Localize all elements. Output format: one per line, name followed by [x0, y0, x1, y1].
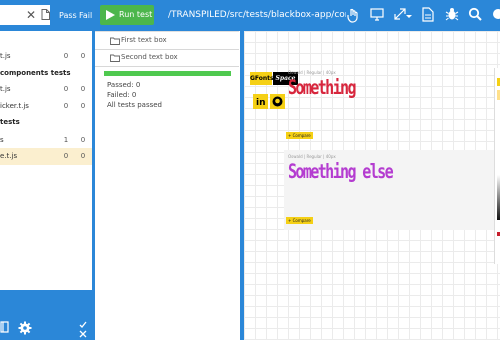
pass-count: 1: [63, 136, 69, 144]
gfonts-logo: GFonts: [250, 72, 274, 85]
group-heading: components tests: [0, 69, 71, 77]
test-file-name: s: [0, 136, 4, 144]
list-item[interactable]: s 1 0: [0, 132, 92, 149]
progress-bar: [104, 71, 231, 76]
fail-filter[interactable]: Fail: [79, 0, 92, 31]
list-item[interactable]: icker.t.js 0 0: [0, 98, 92, 115]
test-case-name: First text box: [121, 36, 167, 44]
compare-button[interactable]: + Compare: [286, 132, 313, 139]
font-meta: Oswald | Regular | 40px: [288, 70, 336, 75]
test-file-name: icker.t.js: [0, 102, 29, 110]
font-sample: Something else: [288, 160, 394, 184]
search-icon[interactable]: [468, 7, 482, 21]
fail-count: 0: [80, 52, 86, 60]
svg-text:in: in: [256, 98, 266, 108]
pass-filter[interactable]: Pass: [59, 0, 77, 31]
linkedin-icon[interactable]: in: [253, 94, 268, 109]
play-icon: [106, 10, 115, 20]
pass-count: 0: [63, 152, 69, 160]
check-icon[interactable]: [79, 321, 87, 328]
pointer-icon[interactable]: [346, 7, 360, 23]
github-icon[interactable]: [270, 94, 285, 109]
file-icon[interactable]: [41, 9, 50, 20]
test-path: /TRANSPILED/src/tests/blackbox-app/compa…: [168, 10, 346, 20]
result-summary: All tests passed: [107, 101, 162, 109]
list-item[interactable]: First text box: [95, 31, 239, 50]
monitor-icon[interactable]: [370, 7, 384, 21]
pass-count: 0: [63, 102, 69, 110]
run-test-button[interactable]: Run test: [100, 5, 154, 25]
list-item[interactable]: t.js 0 0: [0, 48, 92, 65]
failed-count: Failed: 0: [107, 91, 137, 99]
settings-icon[interactable]: [491, 7, 500, 21]
close-icon[interactable]: [79, 330, 87, 338]
list-item[interactable]: Second text box: [95, 49, 239, 67]
compare-button[interactable]: + Compare: [286, 217, 313, 224]
folder-icon: [110, 37, 120, 45]
clear-search-icon[interactable]: ✕: [25, 5, 37, 25]
pass-count: 0: [63, 85, 69, 93]
book-icon[interactable]: [0, 321, 10, 333]
test-file-name: t.js: [0, 52, 11, 60]
font-meta: Oswald | Regular | 40px: [288, 154, 336, 159]
group-heading: tests: [0, 118, 20, 126]
list-item-selected[interactable]: e.t.js 0 0: [0, 148, 92, 165]
test-results-panel: [95, 31, 241, 340]
fail-count: 0: [80, 136, 86, 144]
test-file-name: t.js: [0, 85, 11, 93]
pass-count: 0: [63, 52, 69, 60]
expand-icon[interactable]: [393, 7, 407, 21]
gear-icon[interactable]: [18, 321, 32, 335]
fail-count: 0: [80, 85, 86, 93]
fail-count: 0: [80, 152, 86, 160]
run-test-label: Run test: [119, 10, 153, 19]
bug-icon[interactable]: [445, 7, 459, 21]
passed-count: Passed: 0: [107, 81, 141, 89]
folder-icon: [110, 54, 120, 62]
chevron-down-icon[interactable]: [406, 15, 412, 19]
list-item[interactable]: t.js 0 0: [0, 81, 92, 98]
fail-count: 0: [80, 102, 86, 110]
font-sample: Something: [288, 76, 356, 100]
test-file-name: e.t.js: [0, 152, 18, 160]
document-icon[interactable]: [422, 7, 434, 22]
test-case-name: Second text box: [121, 53, 178, 61]
